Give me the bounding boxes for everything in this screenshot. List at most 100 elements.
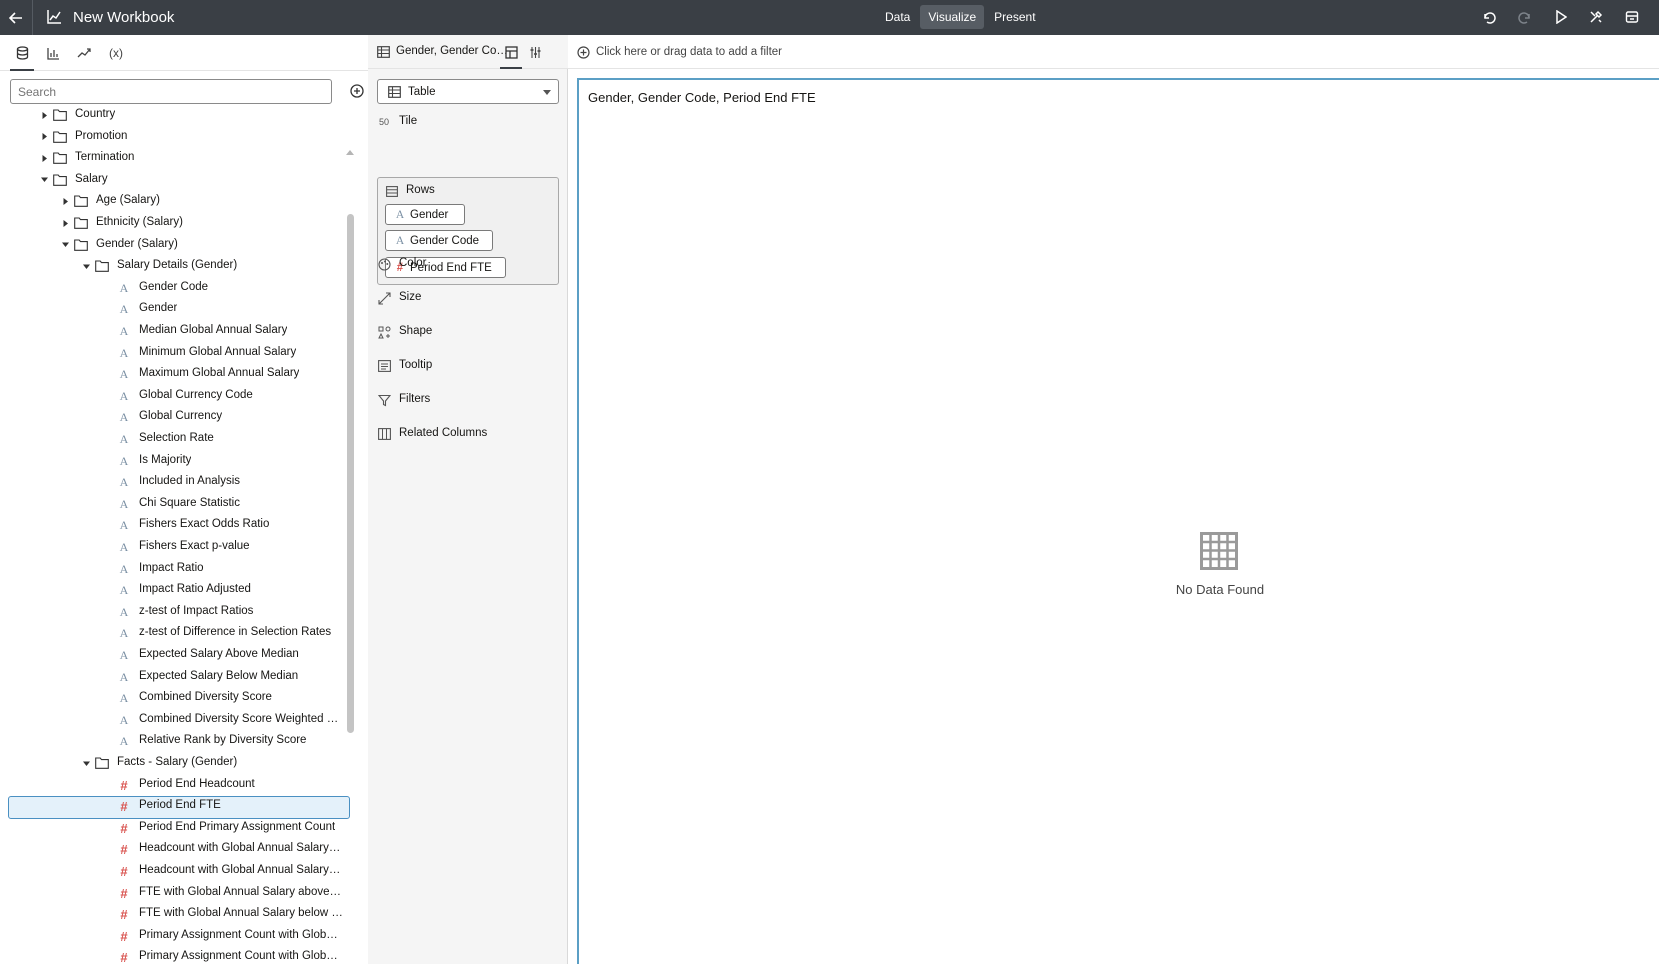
tree-item-fte-with-global-annual-salary-below-m[interactable]: # FTE with Global Annual Salary below M..… (0, 904, 350, 925)
undo-button[interactable] (1480, 8, 1498, 26)
filter-bar[interactable]: Click here or drag data to add a filter (568, 35, 1659, 69)
tree-label: Termination (75, 151, 135, 164)
tree-item-selection-rate[interactable]: A Selection Rate (0, 429, 350, 450)
back-arrow-icon (9, 11, 22, 24)
table-visualization[interactable]: Gender, Gender Code, Period End FTE No D… (577, 78, 1659, 964)
tree-item-gender-code[interactable]: A Gender Code (0, 278, 350, 299)
folder-icon (95, 260, 109, 273)
tree-folder-gender-salary[interactable]: Gender (Salary) (0, 235, 350, 256)
tree-item-headcount-with-global-annual-salary-b[interactable]: # Headcount with Global Annual Salary b..… (0, 861, 350, 882)
mode-data[interactable]: Data (877, 5, 918, 29)
tree-item-included-in-analysis[interactable]: A Included in Analysis (0, 472, 350, 493)
measure-icon: # (120, 777, 128, 793)
tree-item-primary-assignment-count-with-global[interactable]: # Primary Assignment Count with Global ..… (0, 926, 350, 947)
caret-right-icon[interactable] (39, 153, 49, 163)
save-button[interactable] (1623, 8, 1641, 26)
tree-item-minimum-global-annual-salary[interactable]: A Minimum Global Annual Salary (0, 343, 350, 364)
scroll-up-arrow[interactable] (345, 145, 355, 155)
tree-item-global-currency[interactable]: A Global Currency (0, 407, 350, 428)
tree-label: Relative Rank by Diversity Score (139, 734, 307, 747)
caret-right-icon[interactable] (60, 196, 70, 206)
tree-item-period-end-headcount[interactable]: # Period End Headcount (0, 775, 350, 796)
grammar-tab-button[interactable] (500, 43, 522, 69)
tree-item-chi-square-statistic[interactable]: A Chi Square Statistic (0, 494, 350, 515)
folder-icon (53, 152, 67, 165)
tree-item-impact-ratio-adjusted[interactable]: A Impact Ratio Adjusted (0, 580, 350, 601)
caret-down-icon[interactable] (81, 758, 91, 768)
tree-folder-termination[interactable]: Termination (0, 148, 350, 169)
properties-tab-button[interactable] (526, 43, 544, 61)
bar-chart-icon (46, 47, 59, 60)
tree-item-combined-diversity-score-weighted-by[interactable]: A Combined Diversity Score Weighted by ..… (0, 710, 350, 731)
tree-folder-salary-details-gender[interactable]: Salary Details (Gender) (0, 256, 350, 277)
tree-folder-age-salary[interactable]: Age (Salary) (0, 191, 350, 212)
mode-visualize[interactable]: Visualize (920, 5, 985, 29)
measure-icon: # (120, 950, 128, 964)
tree-item-fishers-exact-odds-ratio[interactable]: A Fishers Exact Odds Ratio (0, 515, 350, 536)
tree-item-primary-assignment-count-with-global[interactable]: # Primary Assignment Count with Global ..… (0, 947, 350, 964)
tile-icon: 50 (378, 117, 389, 127)
caret-down-icon[interactable] (81, 261, 91, 271)
row-pill-gender[interactable]: A Gender (385, 204, 465, 225)
tree-item-combined-diversity-score[interactable]: A Combined Diversity Score (0, 688, 350, 709)
tree-item-is-majority[interactable]: A Is Majority (0, 451, 350, 472)
viz-tab-title[interactable]: Gender, Gender Cod... (396, 45, 508, 57)
search-input[interactable] (10, 79, 332, 104)
tree-item-gender[interactable]: A Gender (0, 299, 350, 320)
tab-analytics[interactable] (72, 42, 96, 64)
data-panel: (x) Country Promotion Termination Salary Age… (0, 35, 375, 964)
folder-icon (74, 195, 88, 208)
tree-item-fte-with-global-annual-salary-above-m[interactable]: # FTE with Global Annual Salary above M..… (0, 883, 350, 904)
tree-label: Combined Diversity Score (139, 691, 272, 704)
tree-item-relative-rank-by-diversity-score[interactable]: A Relative Rank by Diversity Score (0, 731, 350, 752)
tree-folder-promotion[interactable]: Promotion (0, 127, 350, 148)
back-button[interactable] (0, 0, 33, 35)
tab-visualizations[interactable] (41, 42, 65, 64)
tree-item-period-end-primary-assignment-count[interactable]: # Period End Primary Assignment Count (0, 818, 350, 839)
tab-expressions[interactable]: (x) (103, 42, 129, 64)
tree-item-expected-salary-below-median[interactable]: A Expected Salary Below Median (0, 667, 350, 688)
row-pill-gender-code[interactable]: A Gender Code (385, 230, 493, 251)
tree-item-maximum-global-annual-salary[interactable]: A Maximum Global Annual Salary (0, 364, 350, 385)
data-element-tree: Country Promotion Termination Salary Age (Sa… (0, 105, 350, 964)
tree-label: Primary Assignment Count with Global ... (139, 928, 343, 941)
tree-item-fishers-exact-p-value[interactable]: A Fishers Exact p-value (0, 537, 350, 558)
tree-folder-salary[interactable]: Salary (0, 170, 350, 191)
tree-item-median-global-annual-salary[interactable]: A Median Global Annual Salary (0, 321, 350, 342)
caret-down-icon[interactable] (60, 240, 70, 250)
tree-folder-ethnicity-salary[interactable]: Ethnicity (Salary) (0, 213, 350, 234)
tree-label: Facts - Salary (Gender) (117, 756, 238, 768)
tree-item-headcount-with-global-annual-salary-a[interactable]: # Headcount with Global Annual Salary a..… (0, 839, 350, 860)
tree-folder-country[interactable]: Country (0, 105, 350, 126)
tree-item-impact-ratio[interactable]: A Impact Ratio (0, 559, 350, 580)
add-data-button[interactable] (349, 83, 365, 99)
caret-right-icon[interactable] (60, 218, 70, 228)
tree-item-global-currency-code[interactable]: A Global Currency Code (0, 386, 350, 407)
tree-label: Median Global Annual Salary (139, 324, 288, 336)
tree-item-z-test-of-impact-ratios[interactable]: Az-test of Impact Ratios (0, 602, 350, 623)
grammar-header: Gender, Gender Cod... (368, 35, 568, 69)
tree-label: Promotion (75, 129, 128, 142)
chevron-down-icon (543, 90, 551, 95)
tree-label: Global Currency Code (139, 388, 253, 401)
workbook-icon (47, 10, 61, 24)
tree-label: FTE with Global Annual Salary below M... (139, 907, 343, 920)
attribute-icon: A (119, 280, 129, 295)
redo-button[interactable] (1516, 8, 1534, 26)
viz-type-select[interactable]: Table (377, 79, 559, 104)
tab-data[interactable] (10, 42, 34, 71)
tree-folder-facts-salary-gender[interactable]: Facts - Salary (Gender) (0, 753, 350, 774)
tree-item-period-end-fte[interactable]: # Period End FTE (0, 796, 350, 820)
folder-icon (53, 174, 67, 186)
caret-right-icon[interactable] (39, 132, 49, 142)
caret-right-icon[interactable] (39, 110, 49, 120)
mode-present[interactable]: Present (986, 5, 1043, 29)
preview-button[interactable] (1552, 8, 1570, 26)
tree-item-z-test-of-difference-in-selection-rates[interactable]: Az-test of Difference in Selection Rates (0, 623, 350, 644)
caret-down-icon[interactable] (39, 175, 49, 185)
tree-label: Fishers Exact p-value (139, 540, 250, 552)
play-icon (1556, 10, 1567, 24)
tree-item-expected-salary-above-median[interactable]: A Expected Salary Above Median (0, 645, 350, 666)
tools-button[interactable] (1587, 8, 1605, 26)
tree-scrollbar-thumb[interactable] (347, 214, 354, 733)
